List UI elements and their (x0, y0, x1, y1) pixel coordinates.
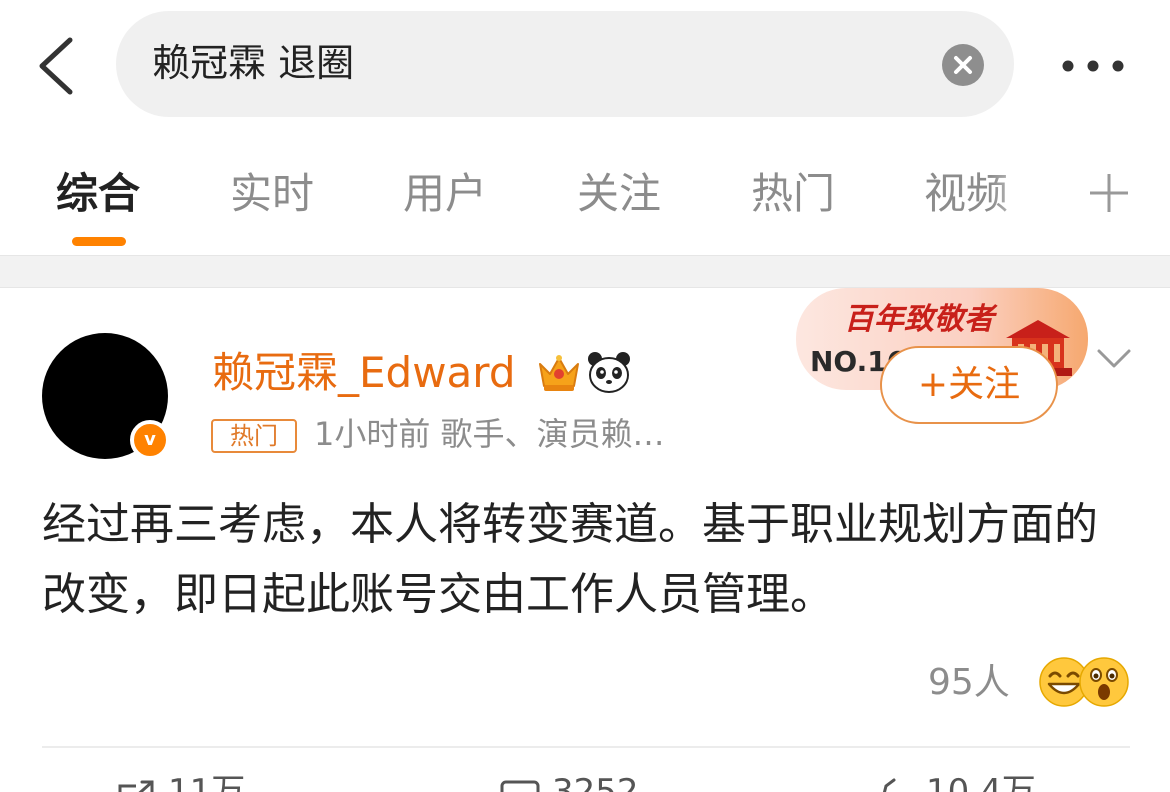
search-query[interactable]: 赖冠霖 退圈 (152, 39, 354, 87)
tab-fade (990, 160, 1050, 230)
reaction-count[interactable]: 95人 (928, 660, 1010, 706)
comment-count: 3252 (552, 772, 639, 792)
clear-icon[interactable] (942, 44, 984, 86)
active-tab-indicator (72, 237, 126, 246)
like-icon (882, 778, 896, 792)
hot-tag: 热门 (211, 419, 297, 453)
tab-following[interactable]: 关注 (577, 168, 661, 220)
follow-button[interactable]: +关注 (880, 346, 1058, 424)
chevron-down-icon[interactable] (1096, 346, 1132, 372)
share-count: 11万 (168, 772, 246, 792)
tab-users[interactable]: 用户 (403, 168, 487, 220)
award-title: 百年致敬者 (844, 302, 994, 337)
tab-comprehensive[interactable]: 综合 (56, 168, 140, 220)
more-icon[interactable] (1058, 56, 1128, 76)
back-icon[interactable] (34, 36, 78, 96)
tab-realtime[interactable]: 实时 (230, 168, 314, 220)
comment-icon (500, 780, 540, 792)
share-icon (118, 780, 154, 792)
section-divider (0, 255, 1170, 288)
post-content[interactable]: 经过再三考虑，本人将转变赛道。基于职业规划方面的改变，即日起此账号交由工作人员管… (42, 490, 1132, 630)
tab-hot[interactable]: 热门 (751, 168, 835, 220)
verified-badge-icon: v (130, 420, 170, 460)
surprised-emoji-icon (1079, 657, 1129, 707)
search-input[interactable]: 赖冠霖 退圈 (116, 11, 1014, 117)
username[interactable]: 赖冠霖_Edward (212, 346, 515, 400)
divider (42, 746, 1130, 748)
crown-icon (539, 355, 579, 391)
like-count: 10.4万 (926, 772, 1036, 792)
post-meta: 1小时前 歌手、演员赖… (314, 415, 665, 453)
panda-icon (588, 352, 630, 393)
plus-icon[interactable] (1088, 172, 1130, 214)
action-bar: 11万 3252 10.4万 (0, 770, 1170, 792)
